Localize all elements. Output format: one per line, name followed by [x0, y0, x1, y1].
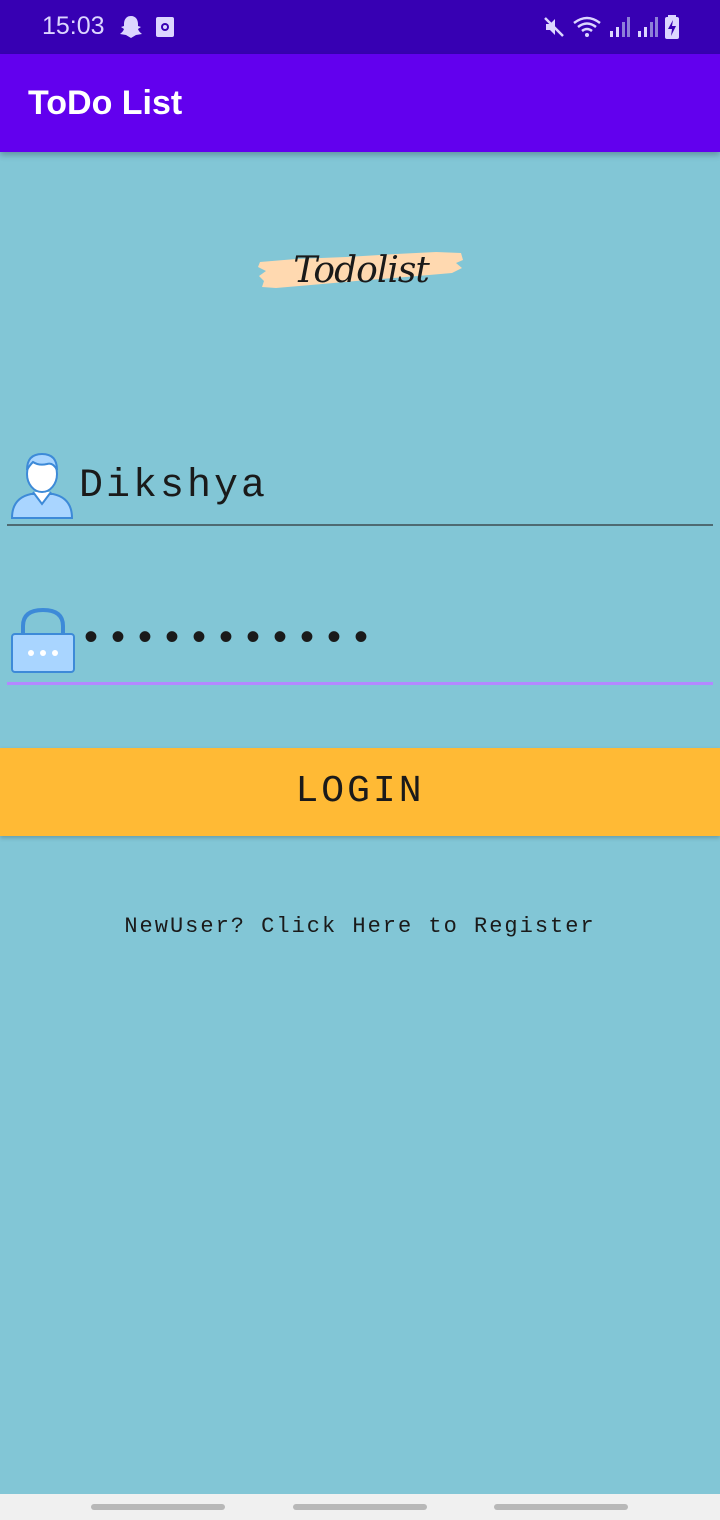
nav-recents-handle[interactable] [91, 1504, 225, 1510]
navigation-bar [0, 1494, 720, 1520]
todolist-logo: Todolist [256, 236, 466, 306]
nav-home-handle[interactable] [293, 1504, 427, 1510]
wifi-icon [572, 15, 602, 44]
nav-back-handle[interactable] [494, 1504, 628, 1510]
status-bar: 15:03 [0, 0, 720, 54]
lock-icon [9, 606, 77, 681]
app-bar: ToDo List [0, 54, 720, 152]
snapchat-icon [118, 14, 144, 45]
register-link[interactable]: NewUser? Click Here to Register [0, 914, 720, 939]
status-left-icons [118, 14, 176, 45]
username-input[interactable]: Dikshya [79, 464, 268, 509]
user-icon [9, 448, 75, 525]
login-button[interactable]: LOGIN [0, 748, 720, 836]
battery-charging-icon [664, 14, 680, 45]
signal-icon [608, 15, 630, 44]
password-input[interactable]: ••••••••••• [79, 618, 376, 663]
status-time: 15:03 [42, 12, 105, 40]
signal-icon [636, 15, 658, 44]
mute-icon [542, 15, 566, 44]
password-field[interactable]: ••••••••••• [7, 604, 713, 685]
screenshot-icon [154, 14, 176, 45]
logo-text: Todolist [293, 250, 430, 291]
username-field[interactable]: Dikshya [7, 446, 713, 526]
status-right-icons [542, 14, 680, 45]
app-title: ToDo List [28, 84, 183, 122]
